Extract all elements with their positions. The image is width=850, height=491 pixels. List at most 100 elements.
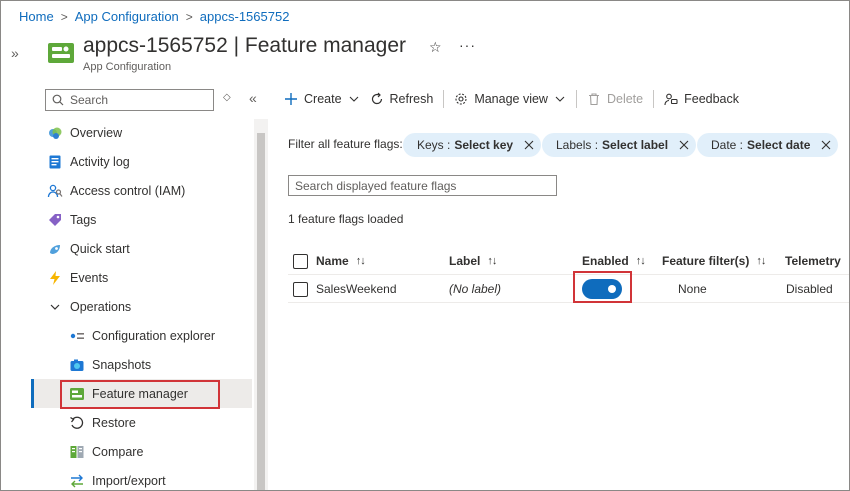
toolbar-divider [443, 90, 445, 108]
breadcrumb-resource[interactable]: appcs-1565752 [200, 9, 290, 24]
sidebar-search-input[interactable]: Search [45, 89, 214, 111]
feedback-label: Feedback [684, 92, 740, 106]
toolbar-divider [575, 90, 577, 108]
sidebar-item-label: Events [70, 270, 109, 285]
close-icon[interactable] [678, 139, 690, 151]
trash-icon [587, 92, 601, 106]
column-header-name[interactable]: Name ↑↓ [316, 247, 366, 275]
sidebar-item-label: Activity log [70, 154, 130, 169]
tag-icon [47, 212, 63, 228]
sidebar-nav: Overview Activity log Access control (IA… [31, 118, 252, 490]
refresh-button[interactable]: Refresh [370, 92, 434, 106]
refresh-icon [370, 92, 384, 106]
breadcrumb-app-configuration[interactable]: App Configuration [75, 9, 179, 24]
sort-icon[interactable]: ↑↓ [487, 255, 497, 267]
sidebar-item-activity-log[interactable]: Activity log [31, 147, 252, 176]
activity-log-icon [47, 154, 63, 170]
sort-icon[interactable]: ↑↓ [756, 255, 766, 267]
sidebar: Search ◇ « Overview Activity log Access … [31, 83, 268, 490]
sidebar-item-snapshots[interactable]: Snapshots [31, 350, 252, 379]
sidebar-item-feature-manager[interactable]: Feature manager [31, 379, 252, 409]
filter-pill-labels[interactable]: Labels : Select label [542, 133, 697, 157]
sidebar-item-label: Access control (IAM) [70, 183, 186, 198]
sidebar-item-events[interactable]: Events [31, 263, 252, 292]
sidebar-item-quick-start[interactable]: Quick start [31, 234, 252, 263]
select-all-cell [293, 247, 308, 275]
cell-name[interactable]: SalesWeekend [316, 275, 397, 303]
filter-toggle-icon[interactable]: ◇ [223, 92, 231, 103]
refresh-label: Refresh [389, 92, 434, 106]
breadcrumb-separator-icon: > [60, 9, 68, 24]
row-checkbox[interactable] [293, 281, 308, 297]
column-header-label: Feature filter(s) [662, 254, 750, 268]
filter-pill-date[interactable]: Date : Select date [697, 133, 839, 157]
manage-view-label: Manage view [474, 92, 548, 106]
collapse-sidebar-icon[interactable]: « [249, 90, 257, 106]
delete-button[interactable]: Delete [587, 92, 643, 106]
sort-icon[interactable]: ↑↓ [636, 255, 646, 267]
manage-view-button[interactable]: Manage view [454, 92, 566, 106]
quick-start-icon [47, 241, 63, 257]
column-header-label: Enabled [582, 254, 629, 268]
create-label: Create [304, 92, 342, 106]
filter-pill-name: Keys : [417, 138, 451, 152]
filter-pill-name: Date : [711, 138, 744, 152]
cell-feature-filters: None [678, 282, 707, 296]
table-row[interactable]: SalesWeekend (No label) None Disabled [288, 271, 849, 303]
app-configuration-icon [48, 43, 74, 63]
table-header: Name ↑↓ Label ↑↓ Enabled ↑↓ Feature filt… [288, 247, 849, 275]
feature-manager-icon [69, 386, 85, 402]
lightning-icon [47, 270, 63, 286]
sidebar-item-label: Import/export [92, 473, 166, 488]
sidebar-item-tags[interactable]: Tags [31, 205, 252, 234]
column-header-label: Telemetry [785, 254, 841, 268]
chevron-down-icon [47, 299, 63, 315]
star-icon[interactable]: ☆ [429, 39, 442, 56]
select-all-checkbox[interactable] [293, 253, 308, 269]
filter-pill-value: Select label [602, 138, 669, 152]
feature-flags-table: Name ↑↓ Label ↑↓ Enabled ↑↓ Feature filt… [288, 247, 849, 303]
compare-icon [69, 444, 85, 460]
sidebar-scrollbar[interactable] [254, 119, 268, 490]
config-explorer-icon [69, 328, 85, 344]
sort-icon[interactable]: ↑↓ [356, 255, 366, 267]
sidebar-item-import-export[interactable]: Import/export [31, 466, 252, 490]
expand-menu-icon[interactable]: » [11, 45, 19, 61]
sidebar-item-configuration-explorer[interactable]: Configuration explorer [31, 321, 252, 350]
filter-label: Filter all feature flags: [288, 137, 403, 151]
iam-icon [47, 183, 63, 199]
sidebar-item-label: Feature manager [92, 386, 188, 401]
enabled-toggle[interactable] [582, 279, 622, 299]
sidebar-item-overview[interactable]: Overview [31, 118, 252, 147]
feature-flag-search[interactable] [288, 175, 557, 196]
ellipsis-icon[interactable]: ··· [459, 37, 476, 53]
column-header-telemetry[interactable]: Telemetry [785, 247, 841, 275]
sidebar-item-label: Overview [70, 125, 123, 140]
sidebar-item-label: Configuration explorer [92, 328, 215, 343]
sidebar-item-label: Snapshots [92, 357, 152, 372]
column-header-feature-filters[interactable]: Feature filter(s) ↑↓ [662, 247, 766, 275]
command-bar: Create Refresh Manage view Delete Feedba… [284, 87, 739, 111]
close-icon[interactable] [523, 139, 535, 151]
create-button[interactable]: Create [284, 92, 360, 106]
breadcrumb: Home > App Configuration > appcs-1565752 [19, 9, 289, 24]
delete-label: Delete [606, 92, 644, 106]
sidebar-item-compare[interactable]: Compare [31, 437, 252, 466]
feedback-icon [664, 92, 678, 106]
breadcrumb-separator-icon: > [185, 9, 193, 24]
column-header-enabled[interactable]: Enabled ↑↓ [582, 247, 646, 275]
filter-pill-keys[interactable]: Keys : Select key [403, 133, 542, 157]
app-window: Home > App Configuration > appcs-1565752… [0, 0, 850, 491]
cell-telemetry: Disabled [786, 282, 833, 296]
column-header-label[interactable]: Label ↑↓ [449, 247, 497, 275]
sidebar-group-operations[interactable]: Operations [31, 292, 252, 321]
sidebar-item-restore[interactable]: Restore [31, 408, 252, 437]
sidebar-item-access-control[interactable]: Access control (IAM) [31, 176, 252, 205]
filter-pill-value: Select date [747, 138, 811, 152]
cell-enabled [582, 275, 622, 303]
breadcrumb-home[interactable]: Home [19, 9, 54, 24]
feedback-button[interactable]: Feedback [664, 92, 739, 106]
sidebar-scroll-thumb[interactable] [257, 133, 265, 490]
feature-flag-search-input[interactable] [295, 178, 556, 193]
close-icon[interactable] [820, 139, 832, 151]
